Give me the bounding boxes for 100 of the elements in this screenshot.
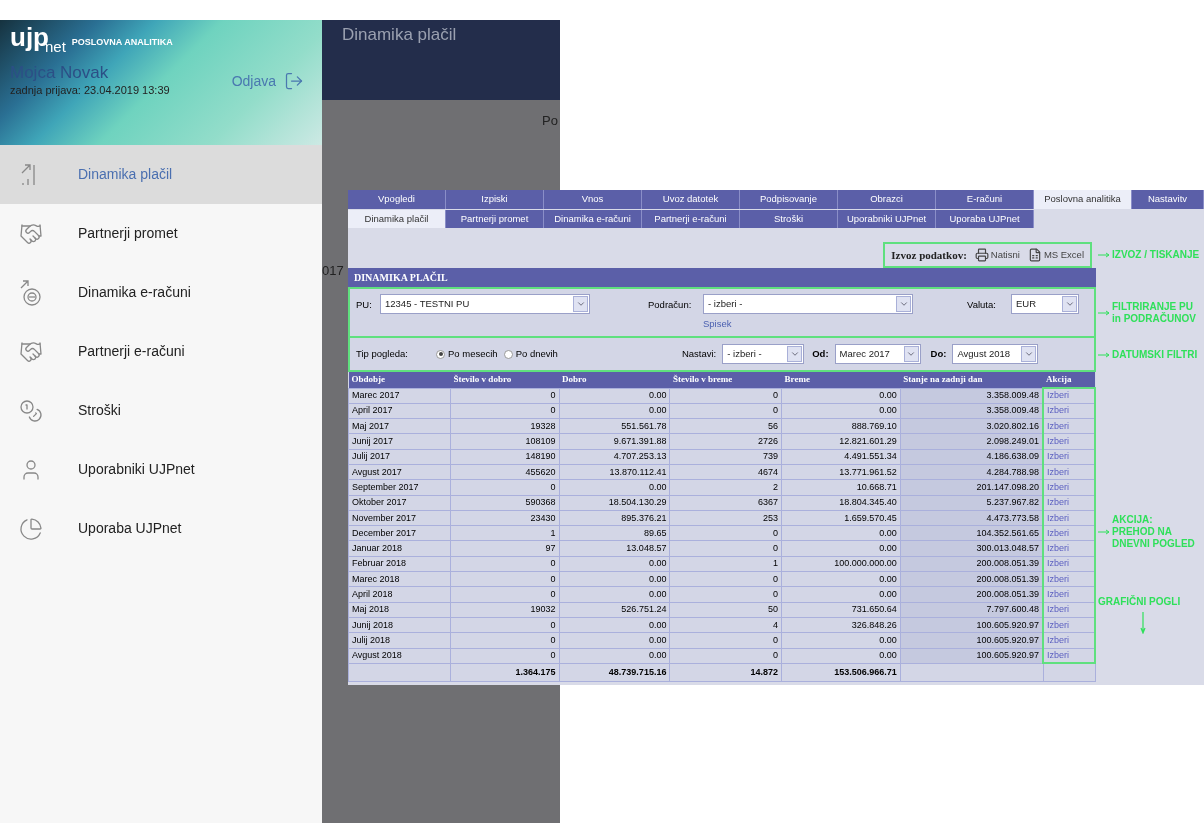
dropdown-field[interactable]: 12345 - TESTNI PU [380, 294, 590, 314]
arrow-icon [1098, 252, 1110, 258]
dropdown-field[interactable]: EUR [1011, 294, 1079, 314]
table-cell: 0.00 [781, 648, 901, 664]
radio-button[interactable] [436, 349, 445, 359]
coins-icon [19, 398, 43, 423]
table-cell: 0.00 [559, 632, 670, 649]
radio-option[interactable]: Po mesecih [436, 346, 498, 362]
table-cell: 50 [669, 602, 782, 618]
total-cell: 153.506.966.71 [781, 663, 901, 682]
last-login-text: zadnja prijava: 23.04.2019 13:39 [10, 83, 170, 98]
table-cell: 23430 [450, 510, 560, 526]
table-cell: 551.561.78 [559, 418, 670, 434]
dropdown-field[interactable]: - izberi - [703, 294, 913, 314]
menu-item[interactable]: Partnerji e-računi [0, 322, 322, 381]
chevron-down-icon [789, 349, 800, 359]
annotation-text: FILTRIRANJE PU [1112, 300, 1194, 312]
table-cell: April 2017 [348, 403, 451, 419]
arrow-icon [1098, 529, 1110, 535]
logout-icon [284, 71, 304, 92]
table-cell: 0 [669, 540, 782, 557]
table-cell: 0 [669, 586, 782, 603]
table-cell: 253 [669, 510, 782, 526]
table-cell: 0.00 [781, 403, 901, 419]
table-cell: 0.00 [781, 586, 901, 603]
table-cell: Oktober 2017 [348, 495, 451, 511]
table-cell: December 2017 [348, 525, 451, 541]
dropdown-field[interactable]: Marec 2017 [834, 344, 921, 364]
table-cell: 1 [669, 556, 782, 572]
table-cell: 0.00 [781, 540, 901, 557]
annotation-text: in PODRAČUNOV [1112, 312, 1196, 325]
total-cell: 48.739.715.16 [559, 663, 670, 682]
down-arrow-icon [1140, 612, 1146, 634]
table-cell: 13.048.57 [559, 540, 670, 557]
chevron-down-icon [1064, 299, 1075, 309]
annotation-text: DATUMSKI FILTRI [1112, 349, 1198, 361]
excel-export-button[interactable]: MS Excel [1027, 247, 1084, 263]
dropdown-field[interactable]: - izberi - [722, 344, 805, 364]
annotation-text: DNEVNI POGLED [1112, 538, 1195, 550]
menu-item[interactable]: Uporaba UJPnet [0, 499, 322, 558]
list-link[interactable]: Spisek [703, 317, 732, 332]
table-cell: 0 [450, 571, 560, 587]
table-cell: 0.00 [559, 388, 670, 404]
table-cell: 526.751.24 [559, 602, 670, 618]
print-button[interactable]: Natisni [974, 247, 1020, 263]
field-label: Do: [930, 346, 947, 361]
table-cell: 0 [669, 403, 782, 419]
radio-button[interactable] [503, 349, 513, 359]
chevron-down-icon [575, 299, 586, 309]
table-cell: 4.491.551.34 [781, 449, 901, 465]
column-header: Število v breme [669, 372, 782, 388]
column-header: Število v dobro [450, 372, 560, 388]
field-label: Od: [812, 346, 829, 361]
panel-title: DINAMIKA PLAČIL [354, 270, 448, 285]
menu-item[interactable]: Dinamika e-računi [0, 263, 322, 322]
chevron-down-icon [906, 349, 917, 359]
pie-chart-icon [19, 516, 43, 541]
table-cell: 0.00 [781, 632, 901, 649]
radio-option[interactable]: Po dnevih [503, 346, 558, 362]
table-cell: 0 [669, 388, 782, 404]
chevron-down-icon [898, 299, 909, 309]
table-cell: 108109 [450, 433, 560, 450]
sub-tab[interactable]: Dinamika plačil [348, 210, 446, 228]
table-cell: Julij 2018 [348, 632, 451, 649]
sub-tab[interactable]: Uporabniki UJPnet [838, 210, 936, 228]
sub-tab[interactable]: Uporaba UJPnet [936, 210, 1034, 228]
table-cell: Avgust 2018 [348, 648, 451, 664]
menu-item[interactable]: Stroški [0, 381, 322, 440]
table-cell: 4 [669, 617, 782, 633]
export-label: Izvoz podatkov: [891, 247, 967, 263]
logout-button[interactable]: Odjava [231, 70, 304, 92]
page-title: Dinamika plačil [342, 25, 457, 44]
handshake-icon [19, 339, 43, 364]
table-cell: Maj 2018 [348, 602, 451, 618]
menu-item[interactable]: Uporabniki UJPnet [0, 440, 322, 499]
field-label: Nastavi: [681, 346, 717, 361]
table-cell: 0 [450, 617, 560, 633]
sub-tab[interactable]: Stroški [740, 210, 838, 228]
table-cell: 0 [669, 632, 782, 649]
column-header: Stanje na zadnji dan [900, 372, 1044, 388]
table-cell: 0 [450, 479, 560, 496]
table-cell: April 2018 [348, 586, 451, 603]
table-cell: 2 [669, 479, 782, 496]
arrow-icon [1098, 309, 1110, 316]
sub-tab[interactable]: Partnerji promet [446, 210, 544, 228]
sub-tab[interactable]: Partnerji e-računi [642, 210, 740, 228]
table-cell: Avgust 2017 [348, 464, 451, 480]
table-cell: Junij 2017 [348, 433, 451, 450]
e-circle-icon [19, 279, 43, 306]
menu-item[interactable]: Dinamika plačil [0, 145, 322, 204]
table-cell: 12.821.601.29 [781, 433, 901, 450]
annotation-text: AKCIJA: [1112, 514, 1154, 526]
nav-tab[interactable]: Poslovna analitika [1034, 190, 1132, 209]
sub-tab[interactable]: Dinamika e-računi [544, 210, 642, 228]
table-cell: 0 [450, 403, 560, 419]
table-cell: 895.376.21 [559, 510, 670, 526]
table-cell: 1.659.570.45 [781, 510, 901, 526]
menu-item[interactable]: Partnerji promet [0, 204, 322, 263]
dropdown-field[interactable]: Avgust 2018 [952, 344, 1039, 364]
table-cell: Maj 2017 [348, 418, 451, 434]
